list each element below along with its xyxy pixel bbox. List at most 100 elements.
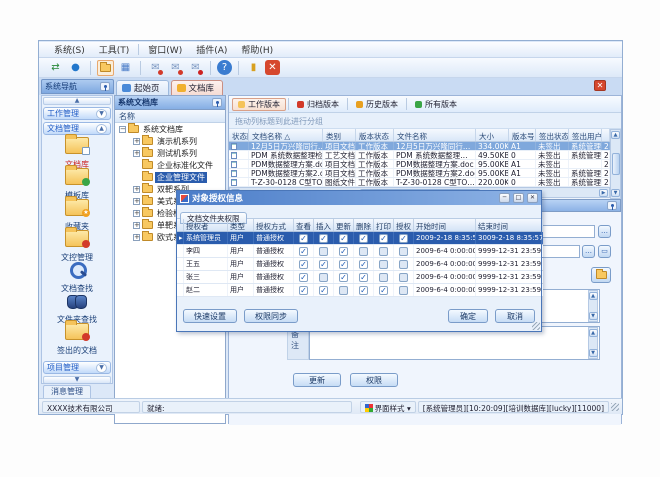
maximize-icon[interactable]: □ — [513, 193, 524, 203]
lock-icon[interactable]: ▮ — [245, 60, 262, 76]
detail-scrollbar[interactable]: ▲ ▼ — [588, 290, 598, 322]
sidebar-item-4[interactable]: 文档查找 — [42, 261, 112, 294]
permission-checkbox[interactable] — [399, 273, 408, 282]
permission-checkbox[interactable]: ✓ — [299, 234, 308, 243]
sidebar-item-1[interactable]: 模板库 — [42, 168, 112, 201]
permission-checkbox[interactable]: ✓ — [359, 234, 368, 243]
permission-checkbox[interactable]: ✓ — [339, 234, 348, 243]
permission-checkbox[interactable] — [359, 247, 368, 256]
perm-column-header-9[interactable]: 授权 — [394, 219, 414, 231]
permission-row[interactable]: 赵二用户普通授权✓✓✓✓2009-6-4 0:00:009999-12-31 2… — [177, 284, 541, 297]
overflow-chevron-icon[interactable]: ▼ — [43, 376, 111, 384]
expander-icon[interactable]: + — [133, 198, 140, 205]
permission-checkbox[interactable]: ✓ — [319, 286, 328, 295]
scroll-down-icon[interactable]: ▼ — [611, 189, 620, 197]
sidebar-item-6[interactable]: 签出的文档 — [42, 323, 112, 356]
add-folder-icon[interactable] — [591, 267, 611, 283]
tab-0[interactable]: 起始页 — [116, 80, 169, 95]
resize-grip[interactable] — [532, 322, 540, 330]
update-button[interactable]: 更新 — [293, 373, 341, 387]
tree-node-2[interactable]: +测试机系列 — [133, 147, 199, 159]
permission-checkbox[interactable]: ✓ — [319, 234, 328, 243]
sidebar-item-5[interactable]: 文件夹查找 — [42, 292, 112, 325]
sidebar-group-document[interactable]: 文档管理 ▲ — [43, 122, 111, 135]
ellipsis-button[interactable]: … — [582, 245, 595, 258]
exit-icon[interactable]: ✕ — [265, 60, 280, 75]
menu-item-1[interactable]: 工具(T) — [92, 42, 137, 57]
permission-checkbox[interactable] — [319, 273, 328, 282]
chevron-down-icon[interactable]: ▼ — [96, 109, 107, 119]
tab-1[interactable]: 文档库 — [171, 80, 224, 95]
permission-checkbox[interactable] — [379, 260, 388, 269]
chevron-down-icon[interactable]: ▼ — [96, 363, 107, 373]
column-header-2[interactable]: 类别 — [323, 129, 356, 141]
scroll-right-icon[interactable]: ▶ — [599, 189, 608, 197]
permission-checkbox[interactable] — [319, 247, 328, 256]
permission-checkbox[interactable]: ✓ — [399, 234, 408, 243]
permission-checkbox[interactable]: ✓ — [379, 286, 388, 295]
permission-checkbox[interactable]: ✓ — [359, 286, 368, 295]
expander-icon[interactable]: + — [133, 138, 140, 145]
permission-checkbox[interactable]: ✓ — [359, 273, 368, 282]
scroll-up-icon[interactable]: ▲ — [611, 131, 620, 139]
tree-node-3[interactable]: 企业标准化文件 — [133, 159, 215, 171]
permission-checkbox[interactable]: ✓ — [359, 260, 368, 269]
mail-receive-icon[interactable]: ✉ — [167, 60, 184, 76]
table-vertical-scrollbar[interactable]: ▲ ▼ — [610, 129, 621, 199]
permission-checkbox[interactable]: ✓ — [339, 273, 348, 282]
remark-scrollbar[interactable]: ▲ ▼ — [588, 327, 598, 359]
perm-column-header-0[interactable] — [177, 219, 184, 231]
scroll-down-icon[interactable]: ▼ — [589, 349, 598, 357]
column-header-4[interactable]: 文件名称 — [394, 129, 476, 141]
table-row[interactable]: T-Z-30-0128 C型TO…图纸文件工作版本T-Z-30-0128 C型T… — [229, 178, 621, 187]
version-button-1[interactable]: 归档版本 — [291, 98, 345, 111]
resize-grip[interactable] — [611, 403, 619, 411]
table-row[interactable]: PDM数据整理方案2.doc项目文档工作版本PDM数据整理方案2.doc95.0… — [229, 169, 621, 178]
permission-checkbox[interactable] — [379, 273, 388, 282]
column-header-8[interactable]: 签出用户 — [569, 129, 602, 141]
globe-icon[interactable]: ● — [67, 60, 84, 76]
close-tab-icon[interactable]: ✕ — [594, 80, 606, 91]
chevron-up-icon[interactable]: ▲ — [96, 124, 107, 134]
sidebar-item-2[interactable]: ★收藏夹 — [42, 199, 112, 232]
column-header-9[interactable] — [602, 129, 610, 141]
ui-style-dropdown[interactable]: 界面样式 ▾ — [360, 401, 416, 413]
sidebar-item-0[interactable]: 文档库 — [42, 137, 112, 170]
tree-column-header[interactable]: 名称 — [115, 110, 225, 123]
permission-row[interactable]: 李四用户普通授权✓✓2009-6-4 0:00:009999-12-31 23:… — [177, 245, 541, 258]
permission-checkbox[interactable] — [399, 286, 408, 295]
dialog-title-bar[interactable]: 对象授权信息 ─ □ ✕ — [177, 191, 541, 205]
perm-column-header-11[interactable]: 结束时间 — [476, 219, 543, 231]
mail-delete-icon[interactable]: ✉ — [187, 60, 204, 76]
tree-node-0[interactable]: −系统文档库 — [119, 123, 185, 135]
version-button-0[interactable]: 工作版本 — [232, 98, 286, 111]
ellipsis-button[interactable]: … — [598, 225, 611, 238]
scroll-up-icon[interactable]: ▲ — [589, 292, 598, 300]
tree-node-4[interactable]: 企业管理文件 — [133, 171, 207, 183]
version-button-3[interactable]: 所有版本 — [409, 98, 463, 111]
column-header-7[interactable]: 签出状态 — [536, 129, 569, 141]
scroll-up-icon[interactable]: ▲ — [43, 97, 111, 105]
permission-checkbox[interactable]: ✓ — [299, 273, 308, 282]
column-header-3[interactable]: 版本状态 — [356, 129, 394, 141]
column-header-1[interactable]: 文档名称 △ — [249, 129, 323, 141]
pin-icon[interactable] — [100, 82, 110, 91]
permission-checkbox[interactable]: ✓ — [339, 260, 348, 269]
expander-icon[interactable]: + — [133, 222, 140, 229]
perm-column-header-2[interactable]: 类型 — [228, 219, 254, 231]
permission-checkbox[interactable] — [339, 286, 348, 295]
permission-checkbox[interactable]: ✓ — [299, 247, 308, 256]
permission-checkbox[interactable]: ✓ — [339, 247, 348, 256]
expander-icon[interactable]: + — [133, 186, 140, 193]
permission-sync-button[interactable]: 权限同步 — [244, 309, 298, 323]
menu-item-0[interactable]: 系统(S) — [47, 42, 92, 57]
perm-column-header-5[interactable]: 插入 — [314, 219, 334, 231]
table-row[interactable]: PDM 系统数据整理检…工艺文档工作版本PDM 系统数据整理…49.50KB0未… — [229, 151, 621, 160]
column-header-0[interactable]: 状态图 — [229, 129, 249, 141]
menu-item-3[interactable]: 插件(A) — [189, 42, 234, 57]
permission-row[interactable]: ▸系统管理员用户普通授权✓✓✓✓✓✓2009-2-18 8:35:573009-… — [177, 232, 541, 245]
pin-icon[interactable] — [212, 98, 222, 107]
table-row[interactable]: PDM数据整理方案.doc项目文档工作版本PDM数据整理方案.doc95.00K… — [229, 160, 621, 169]
permission-checkbox[interactable]: ✓ — [299, 286, 308, 295]
expander-icon[interactable]: + — [133, 150, 140, 157]
